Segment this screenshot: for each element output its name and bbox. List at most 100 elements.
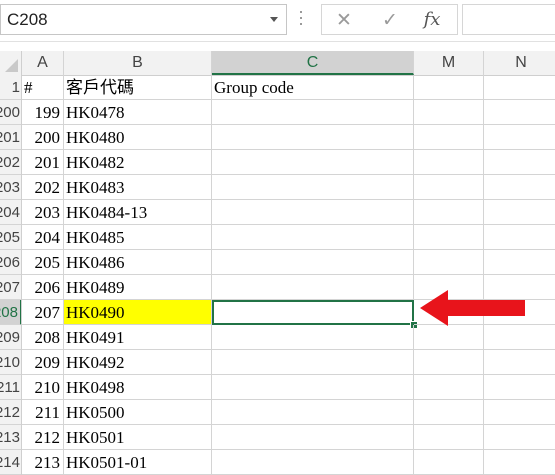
cell-c-209[interactable] (212, 325, 414, 350)
cell-b-202[interactable]: HK0482 (64, 150, 212, 175)
cell-n-205[interactable] (484, 225, 555, 250)
row-header[interactable]: 211 (0, 375, 21, 400)
cell-c-214[interactable] (212, 450, 414, 475)
cell-m-203[interactable] (414, 175, 484, 200)
row-header[interactable]: 209 (0, 325, 21, 350)
cell-b-204[interactable]: HK0484-13 (64, 200, 212, 225)
cell-b-209[interactable]: HK0491 (64, 325, 212, 350)
cell-m-201[interactable] (414, 125, 484, 150)
name-box[interactable]: C208 (0, 4, 287, 35)
cell-c-202[interactable] (212, 150, 414, 175)
column-header-n[interactable]: N (484, 51, 555, 75)
cell-n-204[interactable] (484, 200, 555, 225)
row-header[interactable]: 204 (0, 200, 21, 225)
cell-n-206[interactable] (484, 250, 555, 275)
row-header[interactable]: 214 (0, 450, 21, 475)
cancel-icon[interactable]: ✕ (332, 9, 356, 31)
cell-a-209[interactable]: 208 (22, 325, 64, 350)
column-header-m[interactable]: M (414, 51, 484, 75)
row-header[interactable]: 212 (0, 400, 21, 425)
row-header[interactable]: 202 (0, 150, 21, 175)
cell-c-200[interactable] (212, 100, 414, 125)
cell-c-207[interactable] (212, 275, 414, 300)
insert-function-icon[interactable]: fx (420, 9, 444, 31)
cell-c-210[interactable] (212, 350, 414, 375)
cell-a-203[interactable]: 202 (22, 175, 64, 200)
cell-m-202[interactable] (414, 150, 484, 175)
cell-m-204[interactable] (414, 200, 484, 225)
select-all-icon[interactable] (5, 59, 18, 72)
cell-a-207[interactable]: 206 (22, 275, 64, 300)
name-box-value[interactable]: C208 (7, 10, 48, 30)
cell-n-214[interactable] (484, 450, 555, 475)
cell-n-200[interactable] (484, 100, 555, 125)
cell-b-207[interactable]: HK0489 (64, 275, 212, 300)
cell-a-214[interactable]: 213 (22, 450, 64, 475)
cell-a-213[interactable]: 212 (22, 425, 64, 450)
select-all-corner[interactable] (0, 51, 22, 75)
formula-bar-splitter-icon[interactable] (300, 11, 303, 29)
row-header[interactable]: 207 (0, 275, 21, 300)
cell-m-209[interactable] (414, 325, 484, 350)
row-header[interactable]: 201 (0, 125, 21, 150)
cell-b-210[interactable]: HK0492 (64, 350, 212, 375)
cell-a-200[interactable]: 199 (22, 100, 64, 125)
cell-c-206[interactable] (212, 250, 414, 275)
cell-m-212[interactable] (414, 400, 484, 425)
cell-m-214[interactable] (414, 450, 484, 475)
cell-c-213[interactable] (212, 425, 414, 450)
column-header-c[interactable]: C (212, 51, 414, 75)
row-header[interactable]: 210 (0, 350, 21, 375)
row-header[interactable]: 213 (0, 425, 21, 450)
row-header[interactable]: 200 (0, 100, 21, 125)
cell-n-213[interactable] (484, 425, 555, 450)
cell-b-211[interactable]: HK0498 (64, 375, 212, 400)
cell-b-1[interactable]: 客戶代碼 (64, 75, 212, 100)
cell-b-214[interactable]: HK0501-01 (64, 450, 212, 475)
cell-a-205[interactable]: 204 (22, 225, 64, 250)
cell-n-202[interactable] (484, 150, 555, 175)
row-header[interactable]: 203 (0, 175, 21, 200)
column-header-a[interactable]: A (22, 51, 64, 75)
cell-c-1[interactable]: Group code (212, 75, 414, 100)
name-box-dropdown-icon[interactable] (270, 17, 278, 22)
cell-m-1[interactable] (414, 75, 484, 100)
cell-b-208[interactable]: HK0490 (64, 300, 212, 325)
cell-a-1[interactable]: # (22, 75, 64, 100)
cell-b-205[interactable]: HK0485 (64, 225, 212, 250)
cell-n-211[interactable] (484, 375, 555, 400)
row-header[interactable]: 206 (0, 250, 21, 275)
cell-m-200[interactable] (414, 100, 484, 125)
cell-a-208[interactable]: 207 (22, 300, 64, 325)
cell-n-1[interactable] (484, 75, 555, 100)
cell-b-203[interactable]: HK0483 (64, 175, 212, 200)
column-header-b[interactable]: B (64, 51, 212, 75)
cell-n-210[interactable] (484, 350, 555, 375)
cell-a-206[interactable]: 205 (22, 250, 64, 275)
cell-m-205[interactable] (414, 225, 484, 250)
cell-a-202[interactable]: 201 (22, 150, 64, 175)
cell-c-205[interactable] (212, 225, 414, 250)
cell-b-213[interactable]: HK0501 (64, 425, 212, 450)
row-header[interactable]: 205 (0, 225, 21, 250)
cell-n-201[interactable] (484, 125, 555, 150)
cell-c-204[interactable] (212, 200, 414, 225)
row-header[interactable]: 1 (0, 75, 21, 100)
cell-m-210[interactable] (414, 350, 484, 375)
cell-b-201[interactable]: HK0480 (64, 125, 212, 150)
cell-b-200[interactable]: HK0478 (64, 100, 212, 125)
cell-b-206[interactable]: HK0486 (64, 250, 212, 275)
cell-a-210[interactable]: 209 (22, 350, 64, 375)
cell-c-211[interactable] (212, 375, 414, 400)
cell-m-206[interactable] (414, 250, 484, 275)
cell-a-211[interactable]: 210 (22, 375, 64, 400)
cell-a-201[interactable]: 200 (22, 125, 64, 150)
cell-m-213[interactable] (414, 425, 484, 450)
row-header[interactable]: 208 (0, 300, 21, 325)
cell-c-201[interactable] (212, 125, 414, 150)
cell-c-212[interactable] (212, 400, 414, 425)
enter-check-icon[interactable]: ✓ (378, 9, 402, 31)
cell-c-203[interactable] (212, 175, 414, 200)
cell-a-204[interactable]: 203 (22, 200, 64, 225)
cell-b-212[interactable]: HK0500 (64, 400, 212, 425)
